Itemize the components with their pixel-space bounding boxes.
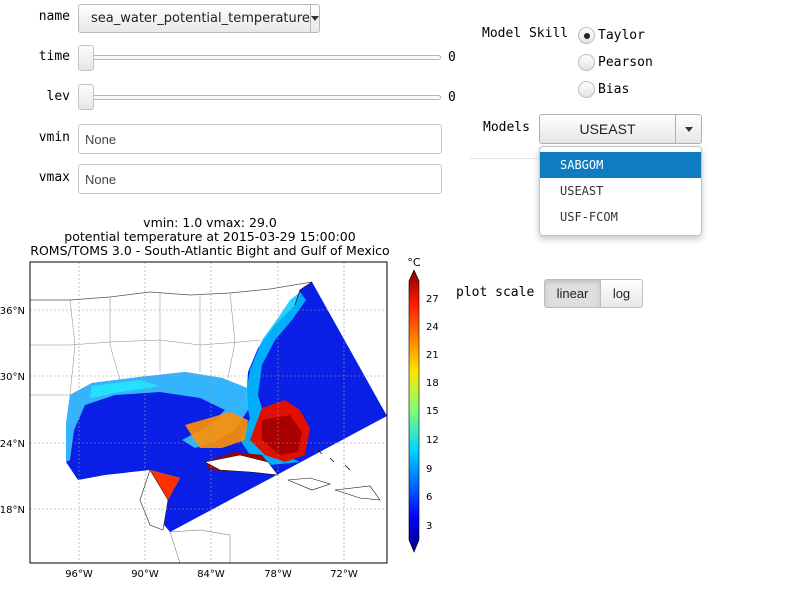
colorbar [408,269,420,553]
lat-tick-label: 36°N [0,306,25,317]
colorbar-tick-label: 6 [426,492,432,503]
lon-tick-label: 78°W [264,569,292,580]
colorbar-tick-label: 15 [426,406,439,417]
lat-tick-label: 18°N [0,505,25,516]
lon-tick-label: 84°W [197,569,225,580]
colorbar-tick-label: 27 [426,294,439,305]
colorbar-tick-label: 18 [426,378,439,389]
colorbar-unit: °C [407,256,421,269]
lat-tick-label: 24°N [0,439,25,450]
lon-tick-label: 90°W [131,569,159,580]
lon-tick-label: 96°W [65,569,93,580]
lon-tick-label: 72°W [330,569,358,580]
map-area [30,262,387,563]
colorbar-tick-label: 9 [426,464,432,475]
colorbar-tick-label: 3 [426,521,432,532]
colorbar-tick-label: 12 [426,435,439,446]
colorbar-tick-label: 21 [426,350,439,361]
colorbar-tick-label: 24 [426,322,439,333]
temperature-map-plot: 96°W 90°W 84°W 78°W 72°W 36°N 30°N 24°N … [0,256,439,580]
lat-tick-label: 30°N [0,372,25,383]
